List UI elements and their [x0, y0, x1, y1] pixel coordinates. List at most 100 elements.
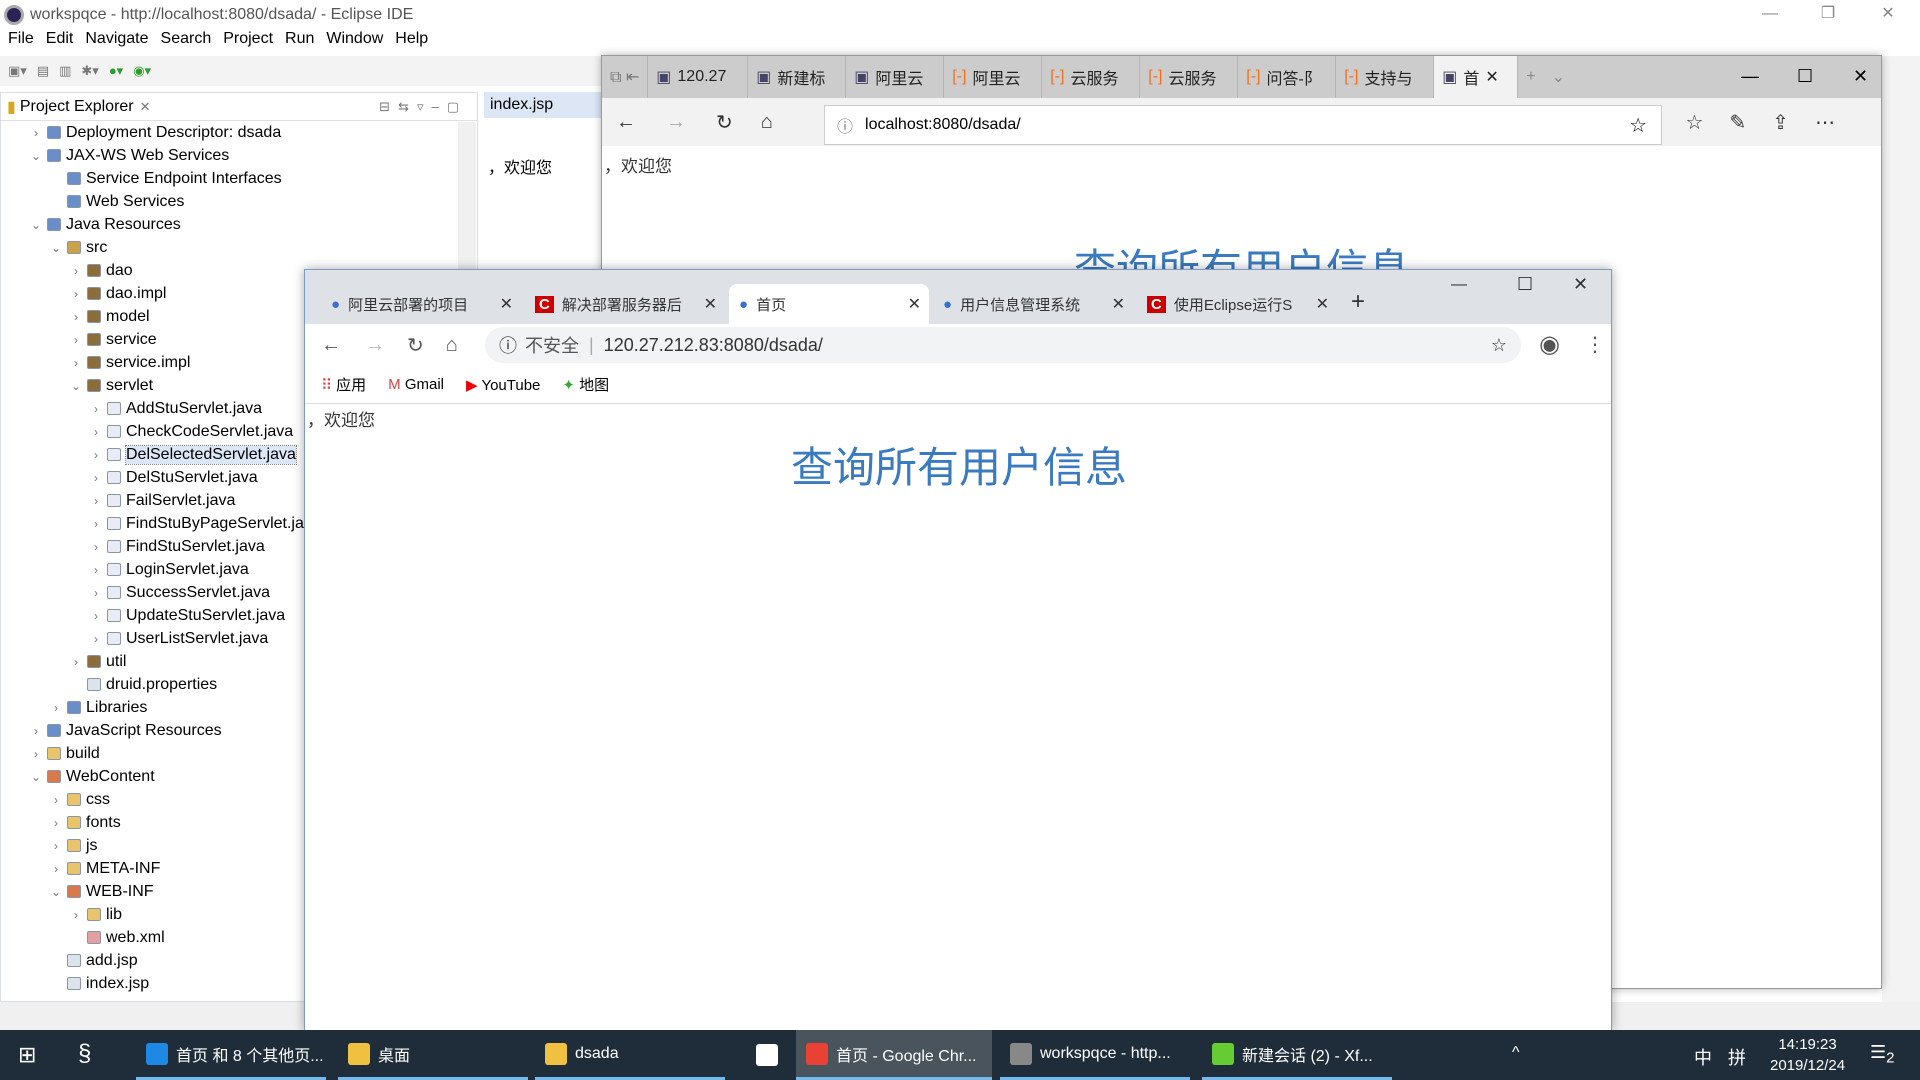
close-tab-icon[interactable]: ✕ — [908, 294, 921, 314]
run-icon[interactable]: ●▾ — [109, 63, 123, 79]
chevron-right-icon[interactable]: › — [89, 517, 103, 531]
tree-item[interactable]: › model — [69, 305, 150, 328]
close-view-icon[interactable]: ✕ — [140, 99, 151, 115]
external-run-icon[interactable]: ◉▾ — [133, 63, 151, 79]
tree-item[interactable]: add.jsp — [49, 949, 138, 972]
tree-item[interactable]: › js — [49, 834, 98, 857]
tree-item[interactable]: › UpdateStuServlet.java — [89, 604, 285, 627]
forward-icon[interactable]: → — [666, 111, 686, 134]
tree-item[interactable]: ⌄ JAX-WS Web Services — [29, 144, 229, 167]
chevron-right-icon[interactable]: › — [49, 862, 63, 876]
tab-preview-button[interactable]: ⧉ ⇤ — [602, 56, 649, 98]
edge-tab[interactable]: ▣ 阿里云 — [846, 56, 945, 98]
tree-item[interactable]: druid.properties — [69, 673, 217, 696]
chevron-right-icon[interactable]: › — [89, 540, 103, 554]
chevron-down-icon[interactable]: ⌄ — [49, 885, 63, 899]
chevron-right-icon[interactable]: › — [29, 724, 43, 738]
chevron-right-icon[interactable]: › — [89, 609, 103, 623]
close-tab-icon[interactable]: ✕ — [500, 294, 513, 314]
edge-tab[interactable]: [-] 支持与 — [1336, 56, 1435, 98]
edge-tab[interactable]: [-] 问答-阝 — [1238, 56, 1337, 98]
store-icon[interactable] — [746, 1030, 778, 1080]
chevron-right-icon[interactable]: › — [49, 839, 63, 853]
new-icon[interactable]: ▣▾ — [8, 63, 27, 79]
menu-icon[interactable]: ⋮ — [1585, 332, 1605, 357]
menu-search[interactable]: Search — [161, 30, 212, 54]
tree-item[interactable]: › AddStuServlet.java — [89, 397, 262, 420]
chevron-right-icon[interactable]: › — [89, 494, 103, 508]
taskbar-item[interactable]: 首页 - Google Chr... — [796, 1030, 992, 1080]
taskbar-item[interactable]: workspqce - http... — [1000, 1030, 1190, 1080]
close-button[interactable]: ✕ — [1853, 66, 1868, 87]
menu-help[interactable]: Help — [395, 30, 428, 54]
tree-item[interactable]: › css — [49, 788, 110, 811]
bookmark-item[interactable]: ▶ YouTube — [466, 376, 540, 394]
minimize-button[interactable]: — — [1451, 276, 1467, 294]
edge-tab[interactable]: ▣ 新建标 — [748, 56, 847, 98]
ime-indicator[interactable]: 中 — [1694, 1044, 1712, 1070]
edge-tab[interactable]: [-] 阿里云 — [944, 56, 1043, 98]
tree-item[interactable]: › DelStuServlet.java — [89, 466, 258, 489]
tray-chevron-icon[interactable]: ^ — [1512, 1044, 1520, 1062]
tree-item[interactable]: Web Services — [49, 190, 184, 213]
chevron-down-icon[interactable]: ⌄ — [29, 149, 43, 163]
tree-item[interactable]: › fonts — [49, 811, 121, 834]
chrome-tab[interactable]: ● 阿里云部署的项目 ✕ — [321, 284, 521, 324]
minimize-button[interactable]: — — [1742, 0, 1798, 28]
profile-icon[interactable]: ◉ — [1539, 330, 1560, 359]
tree-item[interactable]: › service — [69, 328, 157, 351]
close-button[interactable]: ✕ — [1573, 274, 1588, 295]
chrome-tab[interactable]: C 使用Eclipse运行S ✕ — [1137, 284, 1337, 324]
minimize-button[interactable]: — — [1741, 66, 1759, 87]
tree-item[interactable]: › Libraries — [49, 696, 147, 719]
taskbar-item[interactable]: dsada — [535, 1030, 725, 1080]
tree-item[interactable]: ⌄ servlet — [69, 374, 153, 397]
home-icon[interactable]: ⌂ — [761, 111, 773, 134]
tree-item[interactable]: ⌄ WebContent — [29, 765, 155, 788]
close-button[interactable]: ✕ — [1860, 0, 1916, 28]
editor-tab-index-jsp[interactable]: index.jsp — [484, 92, 604, 118]
project-explorer-tab[interactable]: ▮ Project Explorer ✕ ⊟⇆▿–▢ — [1, 93, 477, 121]
chrome-omnibox[interactable]: ⓘ 不安全 | 120.27.212.83:8080/dsada/ ☆ — [485, 327, 1521, 363]
bookmark-item[interactable]: ⠿ 应用 — [321, 374, 366, 395]
close-tab-icon[interactable]: ✕ — [704, 294, 717, 314]
tree-item[interactable]: › service.impl — [69, 351, 190, 374]
save-icon[interactable]: ▤ — [37, 63, 49, 79]
tree-item[interactable]: › JavaScript Resources — [29, 719, 222, 742]
edge-toolbar-icons[interactable]: ☆✎⇪⋯ — [1686, 110, 1861, 135]
edge-tab[interactable]: [-] 云服务 — [1042, 56, 1141, 98]
ime-mode-icon[interactable]: 拼 — [1728, 1044, 1746, 1070]
search-swirl-icon[interactable]: § — [78, 1040, 91, 1068]
maximize-button[interactable]: ☐ — [1517, 274, 1533, 295]
tree-item[interactable]: web.xml — [69, 926, 165, 949]
bookmark-star-icon[interactable]: ☆ — [1491, 335, 1507, 356]
view-toolbar-icons[interactable]: ⊟⇆▿–▢ — [379, 99, 467, 115]
chevron-right-icon[interactable]: › — [89, 425, 103, 439]
taskbar-item[interactable]: 桌面 — [338, 1030, 528, 1080]
bookmark-item[interactable]: M Gmail — [388, 376, 444, 393]
tree-item[interactable]: › FailServlet.java — [89, 489, 235, 512]
tree-item[interactable]: › CheckCodeServlet.java — [89, 420, 293, 443]
start-windows-icon[interactable]: ⊞ — [18, 1042, 36, 1068]
chevron-down-icon[interactable]: ⌄ — [29, 770, 43, 784]
tree-item[interactable]: ⌄ Java Resources — [29, 213, 181, 236]
tree-item[interactable]: index.jsp — [49, 972, 149, 995]
edge-tab[interactable]: [-] 云服务 — [1140, 56, 1239, 98]
menu-navigate[interactable]: Navigate — [85, 30, 148, 54]
chevron-right-icon[interactable]: › — [49, 701, 63, 715]
chevron-right-icon[interactable]: › — [69, 356, 83, 370]
tree-item[interactable]: › UserListServlet.java — [89, 627, 268, 650]
tree-item[interactable]: ⌄ src — [49, 236, 107, 259]
chevron-right-icon[interactable]: › — [69, 333, 83, 347]
menu-window[interactable]: Window — [326, 30, 383, 54]
new-tab-icon[interactable]: + — [1518, 56, 1543, 98]
chevron-right-icon[interactable]: › — [69, 655, 83, 669]
favorite-star-icon[interactable]: ☆ — [1629, 113, 1647, 138]
tree-item[interactable]: › FindStuServlet.java — [89, 535, 265, 558]
save-all-icon[interactable]: ▥ — [59, 63, 71, 79]
menu-run[interactable]: Run — [285, 30, 314, 54]
chevron-right-icon[interactable]: › — [69, 908, 83, 922]
forward-icon[interactable]: → — [365, 334, 385, 357]
chevron-right-icon[interactable]: › — [69, 310, 83, 324]
chevron-right-icon[interactable]: › — [49, 816, 63, 830]
